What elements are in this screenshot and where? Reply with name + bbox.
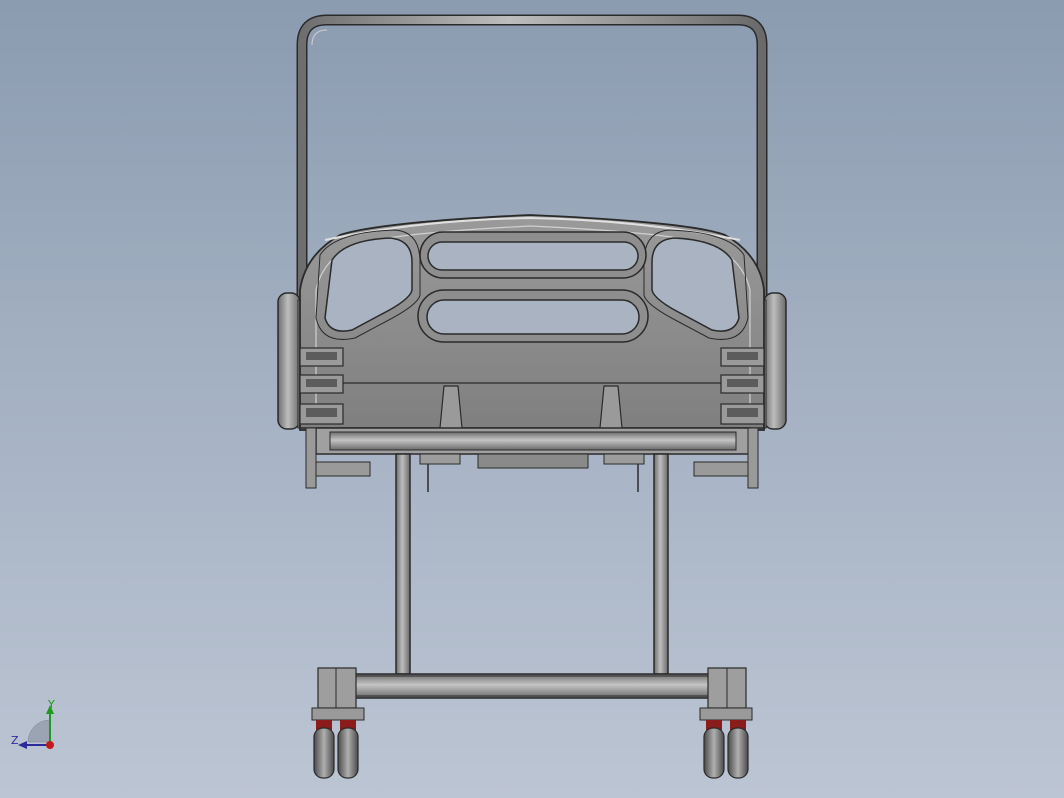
rail-latch-left[interactable] <box>299 347 344 425</box>
base-crossbar[interactable] <box>317 667 747 709</box>
frame-crossbar-upper[interactable] <box>305 427 759 492</box>
triad-shading-icon <box>27 719 51 743</box>
rail-latch-right[interactable] <box>720 347 765 425</box>
z-axis-label: Z <box>11 734 19 747</box>
hospital-bed-model[interactable] <box>0 0 1064 798</box>
caster-right[interactable] <box>699 707 753 779</box>
graphics-viewport[interactable]: Y Z <box>0 0 1064 798</box>
headboard[interactable] <box>299 214 765 431</box>
triad-origin-icon <box>46 741 54 749</box>
caster-left[interactable] <box>311 707 365 779</box>
y-axis-label: Y <box>48 698 55 711</box>
reference-triad: Y Z <box>0 690 80 760</box>
leg-right[interactable] <box>653 453 669 675</box>
leg-left[interactable] <box>395 453 411 675</box>
